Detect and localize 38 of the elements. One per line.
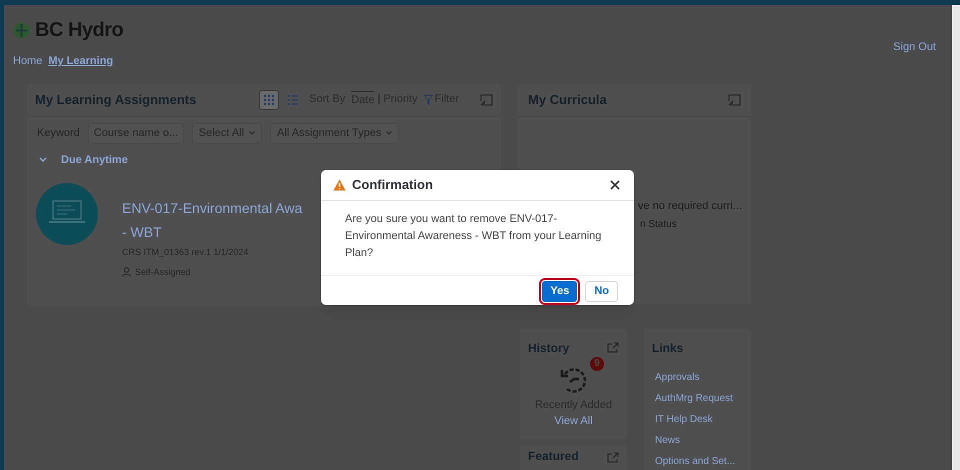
sign-out-link[interactable]: Sign Out [893, 39, 936, 70]
card-title: My Curricula [528, 90, 607, 109]
no-button[interactable]: No [585, 281, 618, 302]
expand-icon[interactable] [727, 94, 741, 106]
quick-link[interactable]: News [655, 432, 743, 448]
card-title: My Learning Assignments [35, 90, 196, 109]
grid-view-icon[interactable] [259, 90, 280, 110]
breadcrumb-link[interactable]: Home [13, 53, 42, 70]
scrollbar[interactable] [952, 5, 960, 470]
quick-link[interactable]: Options and Set... [655, 454, 743, 470]
count-badge: 9 [590, 356, 604, 370]
chevron-down-icon [39, 157, 47, 162]
group-toggle[interactable]: Due Anytime [39, 152, 128, 168]
yes-button[interactable]: Yes [542, 281, 578, 302]
view-all-link[interactable]: View All [528, 413, 619, 430]
close-icon[interactable] [610, 179, 622, 191]
card-title: Links [652, 340, 684, 356]
chevron-down-icon [386, 131, 392, 135]
chevron-down-icon [249, 131, 256, 135]
logo-icon [13, 22, 30, 38]
breadcrumb-link[interactable]: My Learning [48, 53, 114, 70]
dialog-title: Confirmation [352, 176, 433, 194]
warning-icon [333, 179, 346, 191]
filter-icon [424, 94, 433, 104]
course-title[interactable]: ENV-017-Environmental Awa [122, 197, 302, 219]
laptop-icon [36, 183, 98, 245]
quick-link[interactable]: AuthMrg Request [655, 390, 743, 406]
card-title: History [528, 340, 570, 356]
open-icon[interactable] [607, 342, 619, 353]
card-title: Featured [528, 448, 579, 462]
open-icon[interactable] [607, 452, 619, 462]
separator: | [377, 92, 380, 107]
quick-link[interactable]: Approvals [655, 370, 743, 386]
dialog-message: Are you sure you want to remove ENV-017-Environmental Awareness - WBT from your Learning Plan? [344, 212, 602, 261]
course-title[interactable]: - WBT [122, 221, 302, 243]
person-icon [122, 267, 131, 278]
expand-icon[interactable] [479, 94, 493, 106]
quick-link[interactable]: IT Help Desk [655, 412, 743, 428]
